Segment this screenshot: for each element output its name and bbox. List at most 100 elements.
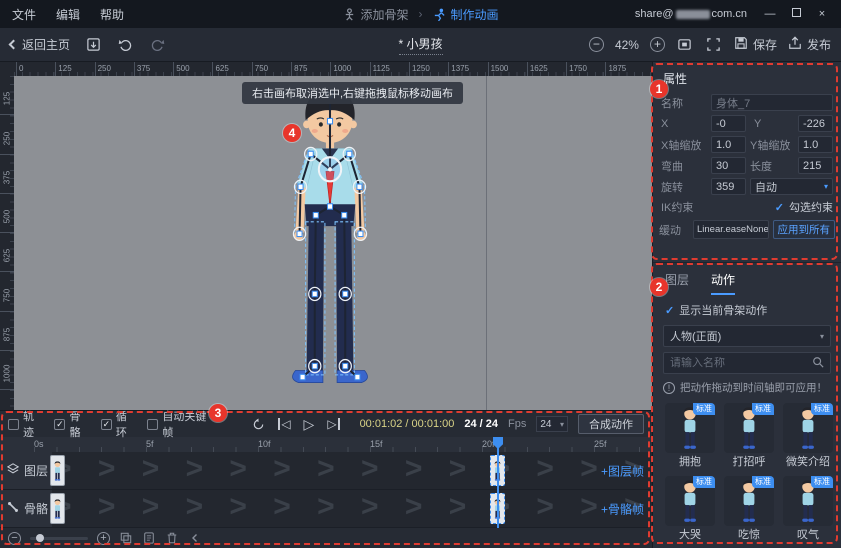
ruler-tick: 875 — [291, 62, 330, 76]
toggle-bones[interactable]: ✓ 骨骼 — [54, 408, 90, 440]
left-column: 0125250375500625750875100011251250137515… — [0, 62, 652, 548]
skeleton-icon — [342, 8, 355, 21]
import-button[interactable] — [84, 36, 102, 54]
frame-ruler-label: 25f — [594, 437, 652, 452]
maximize-button[interactable] — [789, 8, 803, 20]
zoom-out-button[interactable]: − — [589, 37, 604, 52]
layers-track[interactable]: > > > > > > > > > > > > > > > > > > > > … — [0, 452, 652, 490]
save-label: 保存 — [753, 36, 777, 53]
layer-keyframe-0[interactable] — [50, 455, 65, 486]
x-field[interactable]: -0 — [711, 115, 746, 132]
publish-button[interactable]: 发布 — [788, 36, 831, 53]
xscale-field[interactable]: 1.0 — [711, 136, 746, 153]
action-thumbnail[interactable]: 标准 — [665, 476, 715, 526]
close-button[interactable]: × — [815, 9, 829, 20]
tab-layers[interactable]: 图层 — [665, 271, 689, 295]
timeline-zoom-out-button[interactable]: − — [8, 532, 21, 545]
account-email[interactable]: share@ com.cn — [635, 8, 747, 20]
rotate-mode-select[interactable]: 自动 ▾ — [750, 178, 833, 195]
y-field[interactable]: -226 — [798, 115, 833, 132]
action-item[interactable]: 标准 打招呼 — [724, 403, 774, 469]
apply-all-button[interactable]: 应用到所有 — [773, 220, 836, 239]
length-field[interactable]: 215 — [798, 157, 833, 174]
redo-button[interactable] — [148, 36, 166, 54]
ruler-tick: 625 — [0, 233, 14, 272]
yscale-field[interactable]: 1.0 — [798, 136, 833, 153]
category-select[interactable]: 人物(正面) ▾ — [663, 325, 831, 347]
ik-constraint-toggle[interactable]: ✓ 勾选约束 — [711, 199, 833, 215]
search-icon[interactable] — [812, 356, 824, 371]
frame-ruler[interactable]: 0s5f10f15f20f25f — [0, 437, 652, 452]
loop-checkbox[interactable]: ✓ — [101, 419, 112, 430]
zoom-in-button[interactable]: + — [650, 37, 665, 52]
fps-select[interactable]: 24 ▾ — [536, 416, 568, 432]
action-item[interactable]: 标准 吃惊 — [724, 476, 774, 542]
undo-button[interactable] — [116, 36, 134, 54]
ruler-tick: 1625 — [527, 62, 566, 76]
tab-actions[interactable]: 动作 — [711, 271, 735, 295]
toggle-loop[interactable]: ✓ 循环 — [101, 408, 137, 440]
bones-track[interactable]: > > > > > > > > > > > > > > > > > > > > … — [0, 490, 652, 528]
timeline-zoom-in-button[interactable]: + — [97, 532, 110, 545]
play-button[interactable]: ▷ — [304, 417, 315, 431]
timeline-zoom-slider[interactable] — [30, 537, 88, 540]
rotate-field[interactable]: 359 — [711, 178, 746, 195]
autokey-checkbox[interactable] — [147, 419, 158, 430]
duplicate-frame-button[interactable] — [119, 531, 133, 545]
search-input[interactable] — [670, 357, 812, 369]
action-item[interactable]: 标准 微笑介绍 — [783, 403, 833, 469]
action-thumbnail[interactable]: 标准 — [724, 403, 774, 453]
ruler-corner — [0, 62, 14, 76]
ruler-tick: 1125 — [370, 62, 409, 76]
chevron-down-icon: ▾ — [820, 332, 824, 341]
action-item[interactable]: 标准 大哭 — [665, 476, 715, 542]
add-bone-frame-button[interactable]: +骨骼帧 — [601, 500, 644, 517]
playhead[interactable] — [497, 437, 499, 528]
step-forward-button[interactable]: ▷ — [327, 418, 339, 430]
back-home-button[interactable]: 返回主页 — [10, 36, 70, 53]
action-item[interactable]: 标准 叹气 — [783, 476, 833, 542]
minimize-button[interactable]: — — [763, 9, 777, 20]
ruler-tick: 875 — [0, 312, 14, 351]
copy-frame-button[interactable] — [142, 531, 156, 545]
menu-file[interactable]: 文件 — [12, 6, 36, 23]
bend-field[interactable]: 30 — [711, 157, 746, 174]
save-icon — [734, 36, 748, 53]
fit-canvas-button[interactable] — [676, 36, 694, 54]
restart-button[interactable] — [252, 418, 265, 431]
delete-frame-button[interactable] — [165, 531, 179, 545]
mode-add-skeleton[interactable]: 添加骨架 — [342, 6, 408, 23]
compose-action-button[interactable]: 合成动作 — [578, 414, 644, 434]
action-item[interactable]: 标准 拥抱 — [665, 403, 715, 469]
easing-select[interactable]: Linear.easeNone ▾ — [693, 220, 769, 239]
bones-checkbox[interactable]: ✓ — [54, 419, 65, 430]
menu-right: share@ com.cn — × — [635, 8, 829, 20]
action-thumbnail[interactable]: 标准 — [724, 476, 774, 526]
toggle-autokey[interactable]: 自动关键帧 — [147, 408, 216, 440]
frame-ruler-label: 10f — [258, 437, 370, 452]
app-window: 文件 编辑 帮助 添加骨架 › 制作动画 share@ — [0, 0, 841, 548]
toggle-trajectory[interactable]: 轨迹 — [8, 408, 44, 440]
add-layer-frame-button[interactable]: +图层帧 — [601, 462, 644, 479]
action-thumbnail[interactable]: 标准 — [783, 403, 833, 453]
name-field[interactable]: 身体_7 — [711, 94, 833, 111]
show-current-toggle[interactable]: ✓ 显示当前骨架动作 — [653, 295, 841, 321]
fullscreen-button[interactable] — [705, 36, 723, 54]
scroll-left-icon[interactable] — [188, 531, 202, 545]
bone-keyframe-0[interactable] — [50, 493, 65, 524]
trajectory-checkbox[interactable] — [8, 419, 19, 430]
standard-badge: 标准 — [693, 476, 715, 488]
menu-edit[interactable]: 编辑 — [56, 6, 80, 23]
zoom-level: 42% — [615, 38, 639, 52]
save-button[interactable]: 保存 — [734, 36, 777, 53]
timecode: 00:01:02 / 00:01:00 — [360, 418, 455, 430]
layers-icon — [7, 463, 19, 478]
mode-make-animation[interactable]: 制作动画 — [433, 6, 499, 23]
step-back-button[interactable]: ◁ — [278, 418, 290, 430]
action-thumbnail[interactable]: 标准 — [665, 403, 715, 453]
menu-help[interactable]: 帮助 — [100, 6, 124, 23]
fps-label: Fps — [508, 418, 526, 430]
yscale-label: Y轴缩放 — [750, 137, 794, 153]
stage-canvas[interactable]: 右击画布取消选中,右键拖拽鼠标移动画布 — [14, 76, 652, 410]
action-thumbnail[interactable]: 标准 — [783, 476, 833, 526]
